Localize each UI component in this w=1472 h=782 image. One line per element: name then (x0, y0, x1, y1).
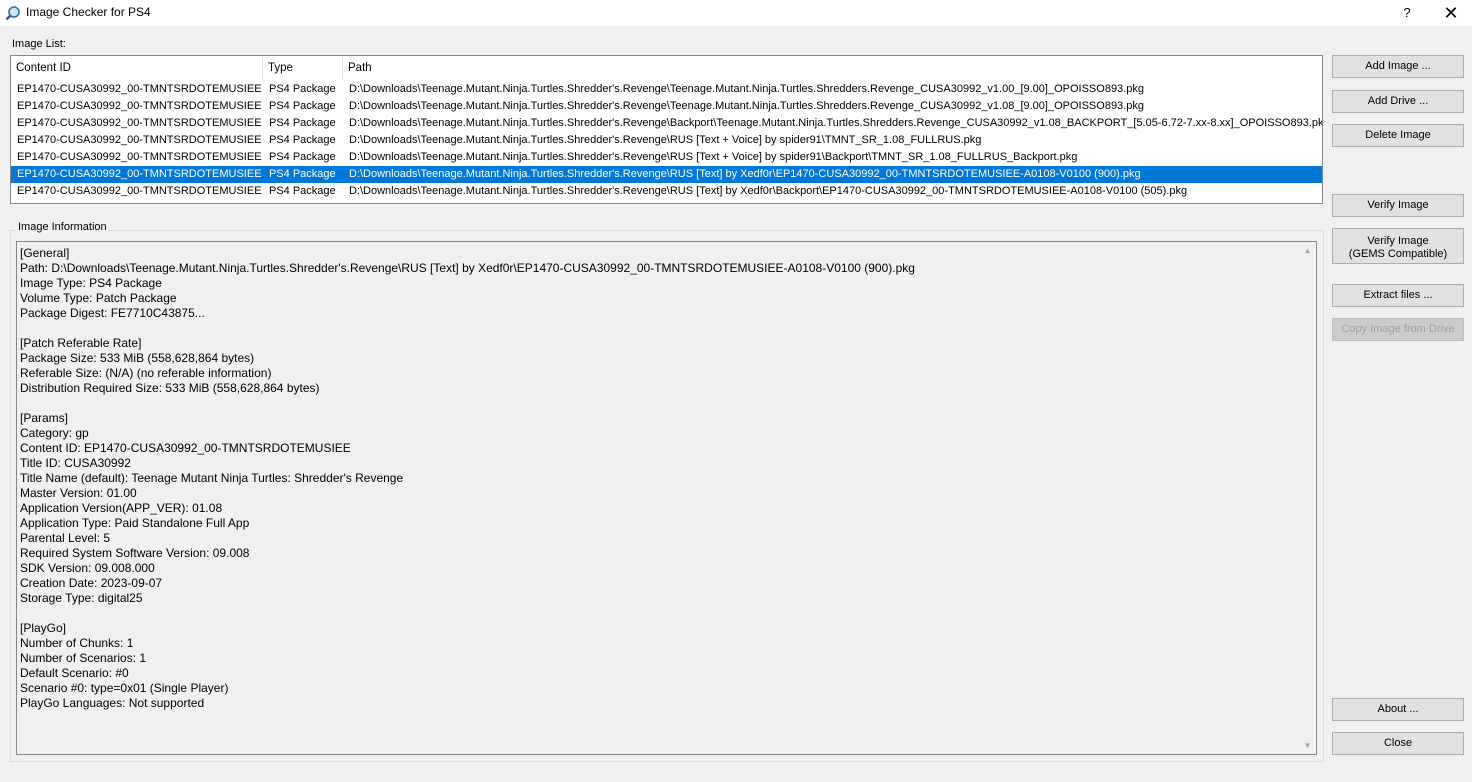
table-header: Content ID Type Path (11, 56, 1322, 80)
verify-image-gems-line1: Verify Image (1367, 235, 1429, 247)
magnifier-icon (5, 6, 20, 21)
cell-type: PS4 Package (269, 134, 336, 146)
cell-content-id: EP1470-CUSA30992_00-TMNTSRDOTEMUSIEE (17, 151, 262, 163)
about-button[interactable]: About ... (1332, 698, 1464, 721)
help-button[interactable]: ? (1384, 0, 1430, 26)
verify-image-button[interactable]: Verify Image (1332, 194, 1464, 217)
cell-path: D:\Downloads\Teenage.Mutant.Ninja.Turtle… (349, 168, 1141, 180)
cell-type: PS4 Package (269, 83, 336, 95)
add-image-button[interactable]: Add Image ... (1332, 55, 1464, 78)
vertical-scrollbar[interactable]: ▲ ▼ (1299, 242, 1316, 754)
cell-path: D:\Downloads\Teenage.Mutant.Ninja.Turtle… (349, 83, 1144, 95)
delete-image-button[interactable]: Delete Image (1332, 124, 1464, 147)
scroll-down-arrow-icon[interactable]: ▼ (1299, 737, 1316, 754)
cell-content-id: EP1470-CUSA30992_00-TMNTSRDOTEMUSIEE (17, 168, 262, 180)
verify-image-gems-line2: (GEMS Compatible) (1348, 248, 1448, 260)
cell-path: D:\Downloads\Teenage.Mutant.Ninja.Turtle… (349, 117, 1322, 129)
cell-content-id: EP1470-CUSA30992_00-TMNTSRDOTEMUSIEE (17, 117, 262, 129)
column-header-content-id[interactable]: Content ID (11, 56, 263, 80)
add-drive-button[interactable]: Add Drive ... (1332, 90, 1464, 113)
scroll-up-arrow-icon[interactable]: ▲ (1299, 242, 1316, 259)
cell-path: D:\Downloads\Teenage.Mutant.Ninja.Turtle… (349, 151, 1078, 163)
table-row[interactable]: EP1470-CUSA30992_00-TMNTSRDOTEMUSIEE PS4 … (11, 81, 1322, 98)
table-row[interactable]: EP1470-CUSA30992_00-TMNTSRDOTEMUSIEE PS4 … (11, 183, 1322, 200)
table-row[interactable]: EP1470-CUSA30992_00-TMNTSRDOTEMUSIEE PS4 … (11, 98, 1322, 115)
cell-content-id: EP1470-CUSA30992_00-TMNTSRDOTEMUSIEE (17, 100, 262, 112)
copy-image-from-drive-button: Copy Image from Drive (1332, 318, 1464, 341)
cell-type: PS4 Package (269, 151, 336, 163)
cell-content-id: EP1470-CUSA30992_00-TMNTSRDOTEMUSIEE (17, 83, 262, 95)
cell-type: PS4 Package (269, 117, 336, 129)
table-row[interactable]: EP1470-CUSA30992_00-TMNTSRDOTEMUSIEE PS4 … (11, 115, 1322, 132)
image-information-label: Image Information (16, 221, 109, 233)
close-button[interactable]: Close (1332, 732, 1464, 755)
close-window-button[interactable]: ✕ (1430, 0, 1472, 26)
cell-path: D:\Downloads\Teenage.Mutant.Ninja.Turtle… (349, 134, 982, 146)
window-title: Image Checker for PS4 (26, 5, 151, 19)
cell-type: PS4 Package (269, 100, 336, 112)
column-header-path[interactable]: Path (343, 56, 1322, 80)
cell-path: D:\Downloads\Teenage.Mutant.Ninja.Turtle… (349, 185, 1188, 197)
extract-files-button[interactable]: Extract files ... (1332, 284, 1464, 307)
image-information-textbox[interactable]: [General] Path: D:\Downloads\Teenage.Mut… (16, 241, 1317, 755)
verify-image-gems-button[interactable]: Verify Image (GEMS Compatible) (1332, 228, 1464, 264)
title-bar: Image Checker for PS4 ? ✕ (0, 0, 1472, 26)
table-row[interactable]: EP1470-CUSA30992_00-TMNTSRDOTEMUSIEE PS4 … (11, 132, 1322, 149)
cell-content-id: EP1470-CUSA30992_00-TMNTSRDOTEMUSIEE (17, 185, 262, 197)
cell-path: D:\Downloads\Teenage.Mutant.Ninja.Turtle… (349, 100, 1144, 112)
cell-type: PS4 Package (269, 168, 336, 180)
image-list-table[interactable]: Content ID Type Path EP1470-CUSA30992_00… (10, 55, 1323, 204)
image-information-text: [General] Path: D:\Downloads\Teenage.Mut… (20, 246, 915, 710)
cell-content-id: EP1470-CUSA30992_00-TMNTSRDOTEMUSIEE (17, 134, 262, 146)
table-row[interactable]: EP1470-CUSA30992_00-TMNTSRDOTEMUSIEE PS4 … (11, 166, 1322, 183)
table-row[interactable]: EP1470-CUSA30992_00-TMNTSRDOTEMUSIEE PS4 … (11, 149, 1322, 166)
column-header-type[interactable]: Type (263, 56, 343, 80)
cell-type: PS4 Package (269, 185, 336, 197)
image-list-label: Image List: (12, 38, 66, 50)
